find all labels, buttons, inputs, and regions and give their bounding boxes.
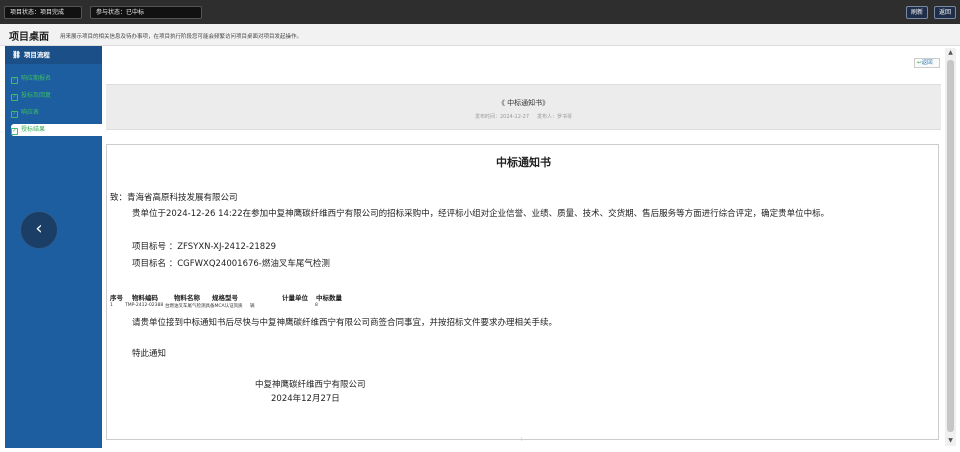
return-label: 返回	[921, 60, 933, 66]
cell: 8	[315, 303, 318, 308]
notice-document: 中标通知书 致：青海省高原科技发展有限公司 贵单位于2024-12-26 14:…	[106, 144, 939, 443]
signature-date: 2024年12月27日	[271, 394, 340, 404]
check-icon: ✓	[11, 111, 18, 118]
col-header: 序号	[110, 294, 123, 302]
document-body: 贵单位于2024-12-26 14:22在参加中复神鹰碳纤维西宁有限公司的招标采…	[132, 209, 830, 219]
sidebar-header: ⛓ 项目流程	[5, 46, 102, 64]
sidebar: ⛓ 项目流程 ✓ 响应期报名 ✓ 投标及回复 ✓ 响应表 ✓ 授标结果 ‹	[5, 46, 107, 448]
check-icon: ✓	[11, 77, 18, 84]
top-bar: 项目状态：项目完成 参与状态：已中标 刷新 返回	[0, 0, 960, 24]
return-link[interactable]: ↩返回	[914, 58, 940, 68]
flow-icon: ⛓	[12, 51, 21, 59]
cell: 1	[110, 303, 113, 308]
project-status-badge: 项目状态：项目完成	[4, 6, 82, 19]
sidebar-item-bidding[interactable]: ✓ 投标及回复	[11, 90, 101, 102]
scroll-up-icon[interactable]: ▲	[945, 48, 956, 58]
resize-grip[interactable]: ⁝	[521, 437, 523, 443]
page-title-bar: 项目桌面 用来展示项目的相关信息及待办事项，在项目执行阶段您可能会频繁访问项目桌…	[0, 24, 960, 46]
sidebar-item-award-result[interactable]: ✓ 授标结果	[11, 124, 107, 136]
main-content: ↩返回 《 中标通知书》 发布时间：2024-12-27 发布人：罗书琴 中标通…	[102, 46, 945, 448]
cell: TMP-2412-02388	[125, 303, 164, 308]
sidebar-item-label: 响应期报名	[21, 75, 52, 82]
sidebar-item-response-form[interactable]: ✓ 响应表	[11, 107, 101, 119]
notice-meta: 发布时间：2024-12-27 发布人：罗书琴	[106, 113, 941, 120]
signature-company: 中复神鹰碳纤维西宁有限公司	[255, 380, 366, 390]
col-header: 物料编码	[132, 294, 158, 302]
vertical-scrollbar[interactable]: ▲ ▼	[945, 48, 956, 446]
cell: 台燃油叉车尾气检测具备MCA认证资质	[165, 304, 243, 309]
publish-time: 发布时间：2024-12-27	[474, 114, 530, 120]
previous-button[interactable]: ‹	[20, 211, 58, 249]
document-closing: 特此通知	[132, 349, 167, 359]
refresh-button[interactable]: 刷新	[906, 6, 928, 19]
col-header: 规格型号	[212, 294, 238, 302]
sidebar-item-label: 响应表	[21, 109, 40, 116]
cell: 辆	[250, 304, 255, 309]
check-icon: ✓	[11, 128, 18, 135]
col-header: 计量单位	[282, 294, 308, 302]
document-recipient: 致：青海省高原科技发展有限公司	[110, 193, 238, 203]
sidebar-header-label: 项目流程	[23, 51, 50, 59]
sidebar-item-label: 投标及回复	[21, 92, 52, 99]
col-header: 物料名称	[174, 294, 200, 302]
page-description: 用来展示项目的相关信息及待办事项，在项目执行阶段您可能会频繁访问项目桌面对项目发…	[60, 34, 303, 40]
publisher: 发布人：罗书琴	[537, 114, 573, 120]
col-header: 中标数量	[316, 294, 342, 302]
notice-header: 《 中标通知书》 发布时间：2024-12-27 发布人：罗书琴	[106, 84, 941, 130]
participation-status-badge: 参与状态：已中标	[90, 6, 202, 19]
sidebar-item-label: 授标结果	[21, 126, 46, 133]
project-number: 项目标号 ：ZFSYXN-XJ-2412-21829	[132, 242, 277, 252]
sidebar-item-registration[interactable]: ✓ 响应期报名	[11, 73, 101, 85]
chevron-left-icon: ‹	[35, 218, 43, 239]
document-heading: 中标通知书	[496, 156, 551, 169]
scroll-down-icon[interactable]: ▼	[945, 436, 956, 446]
back-button[interactable]: 返回	[934, 6, 956, 19]
page-title: 项目桌面	[9, 32, 49, 43]
project-name: 项目标名 ：CGFWXQ24001676-燃油叉车尾气检测	[132, 259, 330, 269]
scrollbar-thumb[interactable]	[947, 60, 954, 432]
check-icon: ✓	[11, 94, 18, 101]
notice-title: 《 中标通知书》	[497, 99, 550, 107]
document-instruction: 请贵单位接到中标通知书后尽快与中复神鹰碳纤维西宁有限公司商签合同事宜，并按招标文…	[132, 318, 558, 328]
